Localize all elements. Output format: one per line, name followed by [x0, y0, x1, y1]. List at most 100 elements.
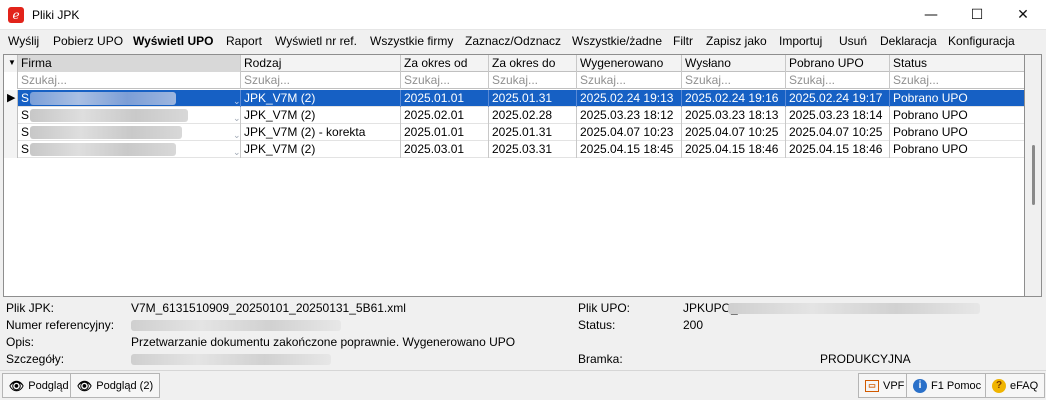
menu-wyslij[interactable]: Wyślij	[8, 34, 39, 48]
cell-do[interactable]: 2025.03.31	[489, 141, 577, 158]
cell-rodzaj[interactable]: JPK_V7M (2)	[241, 90, 401, 107]
bramka-value: PRODUKCYJNA	[820, 352, 911, 366]
maximize-button[interactable]: ☐	[954, 0, 1000, 30]
cell-status[interactable]: Pobrano UPO	[890, 107, 1024, 124]
grid-header: ▼ Firma Rodzaj Za okres od Za okres do W…	[4, 55, 1024, 72]
search-rodzaj-input[interactable]: Szukaj...	[241, 72, 401, 89]
search-firma-input[interactable]: Szukaj...	[18, 72, 241, 89]
col-header-wygenerowano[interactable]: Wygenerowano	[577, 55, 682, 72]
cell-od[interactable]: 2025.01.01	[401, 124, 489, 141]
cell-wyslano[interactable]: 2025.04.07 10:25	[682, 124, 786, 141]
search-wyslano-input[interactable]: Szukaj...	[682, 72, 786, 89]
cell-pobrano[interactable]: 2025.04.15 18:46	[786, 141, 890, 158]
menu-usun[interactable]: Usuń	[839, 34, 867, 48]
cell-status[interactable]: Pobrano UPO	[890, 124, 1024, 141]
menu-deklaracja[interactable]: Deklaracja	[880, 34, 937, 48]
search-indicator	[4, 72, 18, 89]
cell-wygenerowano[interactable]: 2025.03.23 18:12	[577, 107, 682, 124]
table-row[interactable]: S ⌄ JPK_V7M (2) 2025.03.01 2025.03.31 202…	[4, 141, 1024, 158]
cell-od[interactable]: 2025.02.01	[401, 107, 489, 124]
cell-wygenerowano[interactable]: 2025.04.07 10:23	[577, 124, 682, 141]
menu-konfiguracja[interactable]: Konfiguracja	[948, 34, 1015, 48]
menu-wyswietl-upo[interactable]: Wyświetl UPO	[133, 34, 213, 48]
cell-od[interactable]: 2025.01.01	[401, 90, 489, 107]
cell-wyslano[interactable]: 2025.04.15 18:46	[682, 141, 786, 158]
plik-jpk-label: Plik JPK:	[6, 301, 55, 315]
menu-raport[interactable]: Raport	[226, 34, 262, 48]
grid-search-row: Szukaj... Szukaj... Szukaj... Szukaj... …	[4, 72, 1024, 89]
grid-vertical-scrollbar[interactable]	[1025, 54, 1042, 297]
cell-wygenerowano[interactable]: 2025.02.24 19:13	[577, 90, 682, 107]
cell-do[interactable]: 2025.01.31	[489, 90, 577, 107]
table-row[interactable]: ▶ S ⌄ JPK_V7M (2) 2025.01.01 2025.01.31 2…	[4, 90, 1024, 107]
cell-od[interactable]: 2025.03.01	[401, 141, 489, 158]
cell-do[interactable]: 2025.01.31	[489, 124, 577, 141]
title-bar: e Pliki JPK — ☐ ✕	[0, 0, 1046, 30]
podglad-button[interactable]: 👁 Podgląd	[2, 373, 76, 398]
table-row[interactable]: S ⌄ JPK_V7M (2) 2025.02.01 2025.02.28 202…	[4, 107, 1024, 124]
status-value: 200	[683, 318, 704, 332]
menu-filtr[interactable]: Filtr	[673, 34, 693, 48]
cell-status[interactable]: Pobrano UPO	[890, 90, 1024, 107]
col-header-firma[interactable]: Firma	[18, 55, 241, 72]
szczegoly-label: Szczegóły:	[6, 352, 65, 366]
cell-rodzaj[interactable]: JPK_V7M (2)	[241, 107, 401, 124]
col-header-za-okres-do[interactable]: Za okres do	[489, 55, 577, 72]
podglad-2-button[interactable]: 👁 Podgląd (2)	[70, 373, 161, 398]
podglad-label: Podgląd	[28, 379, 69, 392]
cell-wygenerowano[interactable]: 2025.04.15 18:45	[577, 141, 682, 158]
close-button[interactable]: ✕	[1000, 0, 1046, 30]
redacted-reference-number	[131, 320, 341, 331]
col-header-rodzaj[interactable]: Rodzaj	[241, 55, 401, 72]
menu-wszystkie-firmy[interactable]: Wszystkie firmy	[370, 34, 453, 48]
vpf-button[interactable]: ▭ VPF	[858, 373, 912, 398]
cell-wyslano[interactable]: 2025.02.24 19:16	[682, 90, 786, 107]
cell-firma[interactable]: S ⌄	[18, 90, 241, 107]
menu-zaznacz-odznacz[interactable]: Zaznacz/Odznacz	[465, 34, 561, 48]
col-header-status[interactable]: Status	[890, 55, 1024, 72]
plik-upo-label: Plik UPO:	[578, 301, 631, 315]
chevron-down-icon: ⌄	[233, 130, 241, 140]
app-logo-icon: e	[8, 7, 24, 23]
menu-zapisz-jako[interactable]: Zapisz jako	[706, 34, 767, 48]
row-indicator	[4, 141, 18, 158]
cell-firma[interactable]: S ⌄	[18, 124, 241, 141]
jpk-files-grid: ▼ Firma Rodzaj Za okres od Za okres do W…	[3, 54, 1025, 297]
col-header-za-okres-od[interactable]: Za okres od	[401, 55, 489, 72]
search-wygenerowano-input[interactable]: Szukaj...	[577, 72, 682, 89]
redacted-company-name	[30, 143, 176, 156]
opis-label: Opis:	[6, 335, 35, 349]
menu-importuj[interactable]: Importuj	[779, 34, 822, 48]
row-indicator	[4, 124, 18, 141]
plik-jpk-value: V7M_6131510909_20250101_20250131_5B61.xm…	[131, 301, 406, 315]
cell-wyslano[interactable]: 2025.03.23 18:13	[682, 107, 786, 124]
vpf-label: VPF	[883, 379, 905, 392]
efaq-button[interactable]: ? eFAQ	[985, 373, 1046, 398]
menu-pobierz-upo[interactable]: Pobierz UPO	[53, 34, 123, 48]
bramka-label: Bramka:	[578, 352, 623, 366]
col-header-wyslano[interactable]: Wysłano	[682, 55, 786, 72]
cell-rodzaj[interactable]: JPK_V7M (2) - korekta	[241, 124, 401, 141]
scrollbar-thumb[interactable]	[1032, 145, 1035, 205]
cell-do[interactable]: 2025.02.28	[489, 107, 577, 124]
col-header-pobrano-upo[interactable]: Pobrano UPO	[786, 55, 890, 72]
cell-pobrano[interactable]: 2025.03.23 18:14	[786, 107, 890, 124]
f1-pomoc-button[interactable]: i F1 Pomoc	[906, 373, 989, 398]
minimize-button[interactable]: —	[908, 0, 954, 30]
cell-pobrano[interactable]: 2025.04.07 10:25	[786, 124, 890, 141]
cell-firma[interactable]: S ⌄	[18, 141, 241, 158]
header-indicator: ▼	[4, 55, 18, 72]
search-pobrano-input[interactable]: Szukaj...	[786, 72, 890, 89]
cell-rodzaj[interactable]: JPK_V7M (2)	[241, 141, 401, 158]
cell-firma[interactable]: S ⌄	[18, 107, 241, 124]
search-status-input[interactable]: Szukaj...	[890, 72, 1024, 89]
menu-wyswietl-nr-ref[interactable]: Wyświetl nr ref.	[275, 34, 357, 48]
current-row-arrow-icon: ▶	[7, 92, 16, 104]
cell-status[interactable]: Pobrano UPO	[890, 141, 1024, 158]
vpf-icon: ▭	[865, 379, 879, 392]
search-od-input[interactable]: Szukaj...	[401, 72, 489, 89]
table-row[interactable]: S ⌄ JPK_V7M (2) - korekta 2025.01.01 2025…	[4, 124, 1024, 141]
menu-wszystkie-zadne[interactable]: Wszystkie/żadne	[572, 34, 662, 48]
cell-pobrano[interactable]: 2025.02.24 19:17	[786, 90, 890, 107]
search-do-input[interactable]: Szukaj...	[489, 72, 577, 89]
